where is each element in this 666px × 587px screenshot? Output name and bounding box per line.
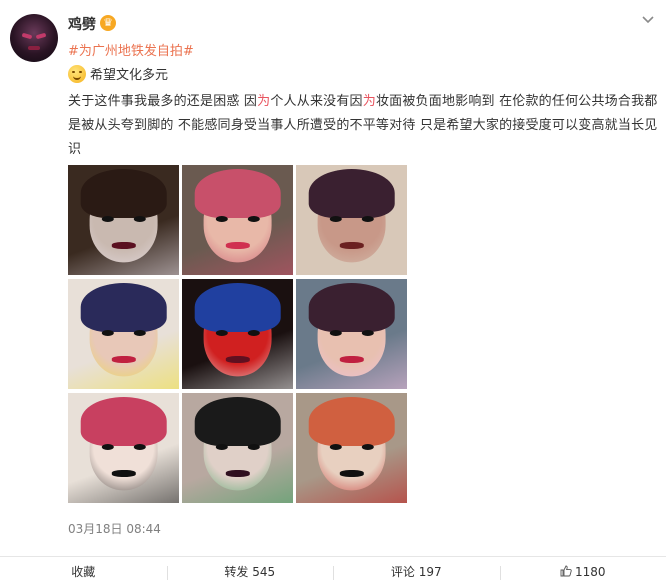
photo-hair bbox=[194, 397, 281, 445]
photo-thumbnail[interactable] bbox=[182, 165, 293, 275]
photo-hair bbox=[194, 283, 281, 331]
photo-eyes bbox=[329, 216, 373, 224]
photo-eyes bbox=[215, 216, 259, 224]
photo-lips bbox=[339, 470, 363, 477]
photo-lips bbox=[111, 470, 135, 477]
photo-eyes bbox=[329, 330, 373, 338]
photo-lips bbox=[225, 242, 249, 249]
body-text-segment: 个人从来没有因 bbox=[270, 94, 362, 109]
crown-icon[interactable]: ♛ bbox=[100, 15, 116, 31]
post-body-text: 关于这件事我最多的还是困惑 因为个人从来没有因为妆面被负面地影响到 在伦款的任何… bbox=[68, 90, 664, 162]
photo-thumbnail[interactable] bbox=[182, 279, 293, 389]
body-text-segment: 关于这件事我最多的还是困惑 因 bbox=[68, 94, 257, 109]
highlight-text: 为 bbox=[257, 94, 270, 109]
avatar-eye-left bbox=[22, 33, 33, 39]
photo-hair bbox=[80, 397, 167, 445]
chevron-down-icon[interactable] bbox=[638, 10, 658, 30]
photo-thumbnail[interactable] bbox=[296, 393, 407, 503]
photo-eyes bbox=[215, 330, 259, 338]
post-timestamp[interactable]: 03月18日 08:44 bbox=[68, 520, 161, 537]
emoji-line: 希望文化多元 bbox=[68, 64, 168, 83]
like-count: 1180 bbox=[575, 565, 606, 579]
photo-hair bbox=[194, 169, 281, 217]
photo-eyes bbox=[101, 330, 145, 338]
photo-eyes bbox=[101, 216, 145, 224]
emoji-line-text: 希望文化多元 bbox=[90, 64, 168, 83]
photo-hair bbox=[308, 283, 395, 331]
username[interactable]: 鸡劈 bbox=[68, 14, 96, 34]
photo-thumbnail[interactable] bbox=[296, 279, 407, 389]
highlight-text: 为 bbox=[363, 94, 376, 109]
avatar-mouth bbox=[28, 46, 40, 50]
thumbs-up-icon bbox=[560, 565, 572, 577]
weibo-post-card: 鸡劈 ♛ #为广州地铁发自拍# 希望文化多元 关于这件事我最多的还是困惑 因为个… bbox=[0, 0, 666, 580]
photo-eyes bbox=[101, 444, 145, 452]
action-bar: 收藏 转发 545 评论 197 1180 bbox=[0, 556, 666, 581]
like-button[interactable]: 1180 bbox=[500, 557, 666, 581]
photo-thumbnail[interactable] bbox=[68, 393, 179, 503]
photo-thumbnail[interactable] bbox=[296, 165, 407, 275]
avatar-eye-right bbox=[36, 33, 47, 39]
photo-eyes bbox=[329, 444, 373, 452]
photo-lips bbox=[339, 356, 363, 363]
photo-thumbnail[interactable] bbox=[68, 165, 179, 275]
photo-lips bbox=[225, 356, 249, 363]
photo-lips bbox=[339, 242, 363, 249]
repost-button[interactable]: 转发 545 bbox=[167, 557, 334, 581]
smile-emoji-icon bbox=[68, 65, 86, 83]
photo-eyes bbox=[215, 444, 259, 452]
photo-hair bbox=[80, 169, 167, 217]
avatar[interactable] bbox=[10, 14, 58, 62]
photo-lips bbox=[111, 356, 135, 363]
photo-hair bbox=[80, 283, 167, 331]
photo-thumbnail[interactable] bbox=[182, 393, 293, 503]
comment-button[interactable]: 评论 197 bbox=[333, 557, 500, 581]
photo-lips bbox=[225, 470, 249, 477]
favorite-button[interactable]: 收藏 bbox=[0, 557, 167, 581]
photo-lips bbox=[111, 242, 135, 249]
photo-thumbnail[interactable] bbox=[68, 279, 179, 389]
photo-hair bbox=[308, 169, 395, 217]
topic-hashtag[interactable]: #为广州地铁发自拍# bbox=[68, 40, 194, 59]
photo-hair bbox=[308, 397, 395, 445]
